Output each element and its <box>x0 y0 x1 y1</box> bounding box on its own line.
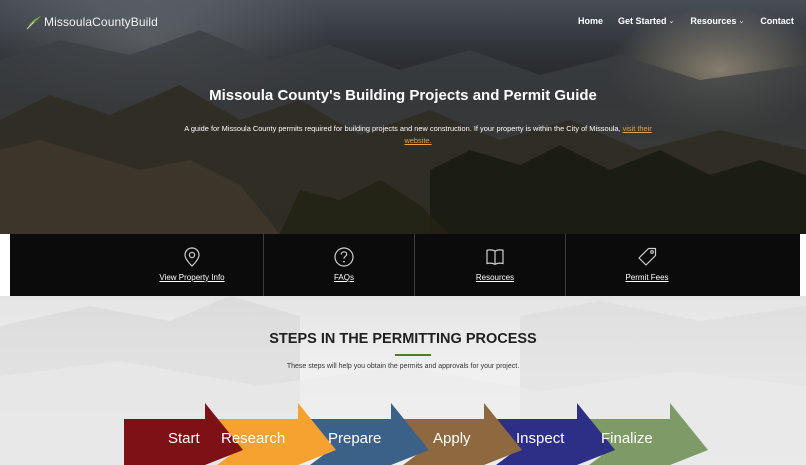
steps-subtitle: These steps will help you obtain the per… <box>286 363 520 370</box>
map-pin-icon <box>184 247 200 267</box>
quick-link-property-info[interactable]: View Property Info <box>152 234 232 296</box>
steps-title: STEPS IN THE PERMITTING PROCESS <box>269 331 537 347</box>
steps-arrows <box>124 403 708 465</box>
nav-home[interactable]: Home <box>578 16 603 26</box>
divider <box>565 234 566 296</box>
step-label-apply: Apply <box>433 430 471 447</box>
tag-icon <box>638 247 657 266</box>
hero-title: Missoula County's Building Projects and … <box>209 87 597 104</box>
title-underline <box>395 354 431 356</box>
quick-links-bar: View Property Info FAQs Resources Permit… <box>10 234 800 296</box>
nav-contact-label: Contact <box>760 16 794 26</box>
step-label-inspect: Inspect <box>516 430 565 447</box>
quick-link-permit-fees[interactable]: Permit Fees <box>607 234 687 296</box>
nav-contact[interactable]: Contact <box>760 16 794 26</box>
quick-link-label: Resources <box>475 273 515 282</box>
question-circle-icon <box>334 247 354 267</box>
nav-resources-label: Resources <box>690 16 737 26</box>
divider <box>263 234 264 296</box>
step-label-start: Start <box>168 430 200 447</box>
steps-section: STEPS IN THE PERMITTING PROCESS These st… <box>0 296 806 465</box>
quick-link-label: Permit Fees <box>625 273 669 282</box>
step-label-prepare: Prepare <box>328 430 382 447</box>
quick-link-resources[interactable]: Resources <box>460 234 530 296</box>
nav-get-started[interactable]: Get Started ⌄ <box>618 16 674 26</box>
logo-leaf-icon <box>26 16 41 30</box>
chevron-down-icon: ⌄ <box>738 18 745 25</box>
quick-link-label: FAQs <box>333 273 354 282</box>
hero-banner: MissoulaCountyBuild Home Get Started ⌄ R… <box>0 0 806 234</box>
main-nav: Home Get Started ⌄ Resources ⌄ Contact <box>578 16 794 26</box>
book-icon <box>486 249 504 265</box>
step-label-finalize: Finalize <box>601 430 653 447</box>
quick-link-label: View Property Info <box>159 273 225 282</box>
site-logo[interactable]: MissoulaCountyBuild <box>26 10 158 34</box>
step-label-research: Research <box>221 430 286 447</box>
quick-link-faqs[interactable]: FAQs <box>314 234 374 296</box>
hero-description: A guide for Missoula County permits requ… <box>178 123 658 146</box>
divider <box>414 234 415 296</box>
chevron-down-icon: ⌄ <box>668 18 675 25</box>
nav-home-label: Home <box>578 16 604 26</box>
logo-text: MissoulaCountyBuild <box>44 15 158 29</box>
nav-get-started-label: Get Started <box>618 16 667 26</box>
hero-overlay <box>0 0 806 234</box>
hero-description-text: A guide for Missoula County permits requ… <box>184 124 621 133</box>
nav-resources[interactable]: Resources ⌄ <box>690 16 744 26</box>
